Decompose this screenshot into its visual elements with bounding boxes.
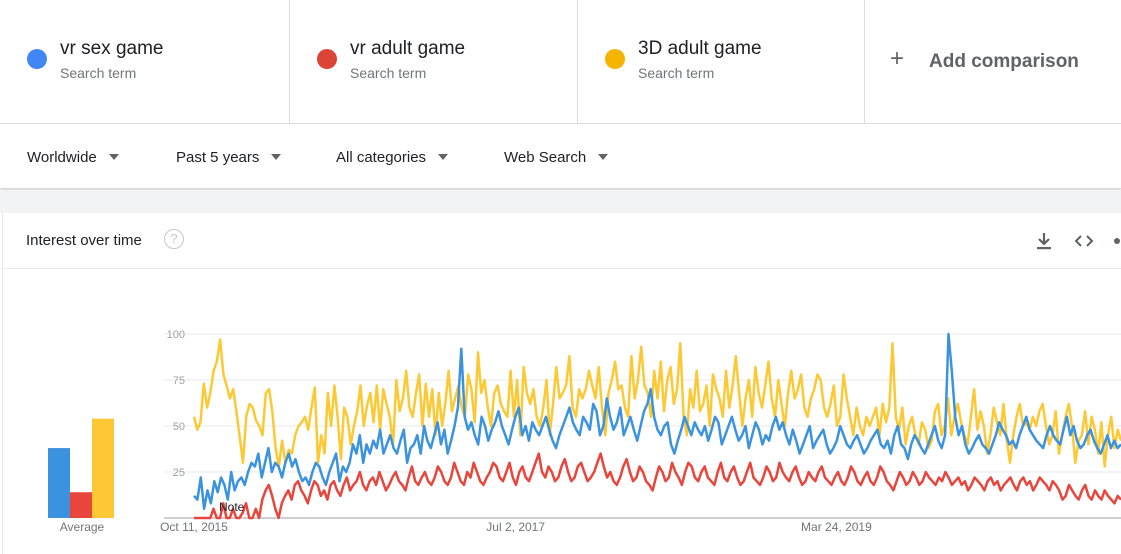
caret-down-icon: [598, 154, 609, 160]
search-type-dropdown-label: Web Search: [504, 148, 587, 166]
region-dropdown-label: Worldwide: [27, 148, 97, 166]
time-range-dropdown[interactable]: Past 5 years: [176, 147, 282, 167]
term-type: Search term: [638, 65, 715, 81]
term-card-1[interactable]: vr sex game Search term: [0, 0, 290, 124]
trends-compare-page: vr sex game Search term vr adult game Se…: [0, 0, 1121, 554]
caret-down-icon: [271, 154, 282, 160]
embed-icon[interactable]: [1073, 230, 1095, 252]
card-divider: [3, 268, 1121, 269]
term-name[interactable]: vr sex game: [60, 38, 163, 60]
filter-bar: Worldwide Past 5 years All categories We…: [0, 124, 1121, 188]
region-dropdown[interactable]: Worldwide: [27, 147, 119, 167]
series-color-dot: [27, 49, 47, 69]
page-background-gap: [0, 190, 1121, 213]
share-icon[interactable]: [1111, 230, 1121, 252]
category-dropdown-label: All categories: [336, 148, 427, 166]
caret-down-icon: [108, 154, 119, 160]
plus-icon: +: [890, 45, 905, 72]
download-icon[interactable]: [1033, 230, 1055, 252]
caret-down-icon: [438, 154, 449, 160]
add-comparison-label: Add comparison: [929, 51, 1079, 72]
search-type-dropdown[interactable]: Web Search: [504, 147, 609, 167]
term-card-3[interactable]: 3D adult game Search term: [578, 0, 865, 124]
help-icon[interactable]: ?: [164, 229, 184, 249]
term-name[interactable]: vr adult game: [350, 38, 465, 60]
series-color-dot: [317, 49, 337, 69]
add-comparison-button[interactable]: + Add comparison: [865, 0, 1121, 124]
comparison-terms-bar: vr sex game Search term vr adult game Se…: [0, 0, 1121, 124]
time-range-dropdown-label: Past 5 years: [176, 148, 260, 166]
term-name[interactable]: 3D adult game: [638, 38, 762, 60]
card-title: Interest over time: [26, 232, 142, 249]
term-card-2[interactable]: vr adult game Search term: [290, 0, 578, 124]
interest-over-time-card: Interest over time ?: [2, 213, 1121, 554]
category-dropdown[interactable]: All categories: [336, 147, 449, 167]
term-type: Search term: [350, 65, 427, 81]
series-color-dot: [605, 49, 625, 69]
term-type: Search term: [60, 65, 137, 81]
